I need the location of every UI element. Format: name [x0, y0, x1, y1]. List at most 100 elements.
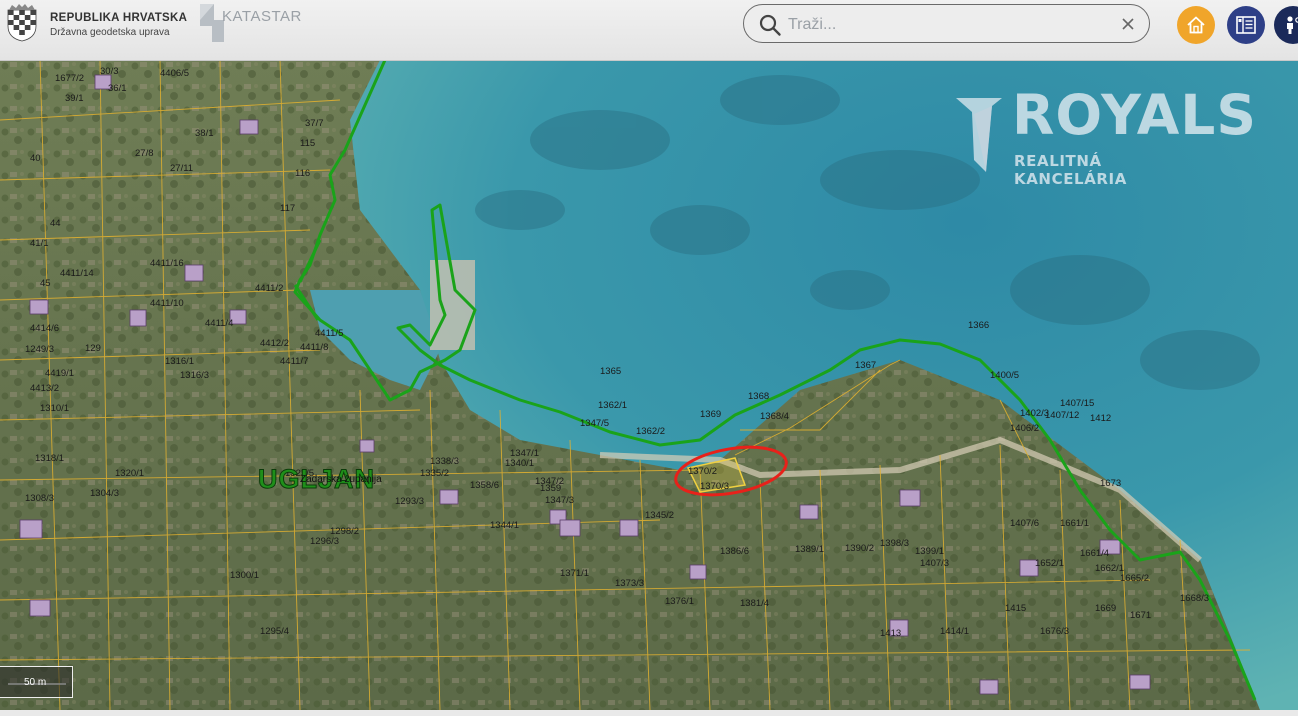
parcel-number[interactable]: 1249/3 — [25, 344, 54, 355]
cadastral-map[interactable]: 1368 1369 1367 1366 1365 1362/1 1362/2 1368/4 13… — [0, 60, 1298, 710]
parcel-number[interactable]: 1304/3 — [90, 488, 119, 499]
parcel-number[interactable]: 1298/2 — [330, 526, 359, 537]
parcel-number[interactable]: 1362/2 — [636, 426, 665, 437]
parcel-number[interactable]: 1389/1 — [795, 544, 824, 555]
parcel-number[interactable]: 1399/1 — [915, 546, 944, 557]
parcel-number[interactable]: 1673 — [1100, 478, 1121, 489]
parcel-number[interactable]: 116 — [295, 168, 310, 179]
parcel-number[interactable]: 39/1 — [65, 93, 84, 104]
parcel-number[interactable]: 1366 — [968, 320, 989, 331]
parcel-number[interactable]: 1368/4 — [760, 411, 789, 422]
home-button[interactable] — [1177, 6, 1215, 44]
parcel-number[interactable]: 1407/15 — [1060, 398, 1094, 409]
parcel-number[interactable]: 36/1 — [108, 83, 127, 94]
parcel-number[interactable]: 4412/2 — [260, 338, 289, 349]
parcel-number[interactable]: 1661/1 — [1060, 518, 1089, 529]
parcel-number[interactable]: 1652/1 — [1035, 558, 1064, 569]
parcel-number[interactable]: 1347/2 — [535, 476, 564, 487]
parcel-number[interactable]: 44 — [50, 218, 61, 229]
parcel-number[interactable]: 1318/1 — [35, 453, 64, 464]
parcel-number[interactable]: 4419/1 — [45, 368, 74, 379]
user-button[interactable] — [1274, 6, 1298, 44]
parcel-number[interactable]: 1415 — [1005, 603, 1026, 614]
parcel-number[interactable]: 1308/3 — [25, 493, 54, 504]
parcel-number[interactable]: 1335/2 — [420, 468, 449, 479]
parcel-number[interactable]: 1400/5 — [990, 370, 1019, 381]
parcel-number[interactable]: 1344/1 — [490, 520, 519, 531]
parcel-number[interactable]: 1669 — [1095, 603, 1116, 614]
parcel-number[interactable]: 1370/3 — [700, 481, 729, 492]
parcel-number[interactable]: 1320/1 — [115, 468, 144, 479]
parcel-number[interactable]: 1293/3 — [395, 496, 424, 507]
parcel-number[interactable]: 1671 — [1130, 610, 1151, 621]
parcel-number[interactable]: 1338/3 — [430, 456, 459, 467]
parcel-number[interactable]: 1390/2 — [845, 543, 874, 554]
parcel-number[interactable]: 115 — [300, 138, 315, 149]
parcel-number[interactable]: 4411/8 — [300, 342, 328, 353]
parcel-number[interactable]: 1370/2 — [688, 466, 717, 477]
layers-button[interactable] — [1227, 6, 1265, 44]
parcel-number[interactable]: 1367 — [855, 360, 876, 371]
royals-tagline: REALITNÁ KANCELÁRIA — [1014, 152, 1127, 188]
parcel-number[interactable]: 41/1 — [30, 238, 49, 249]
app-name[interactable]: KATASTAR — [222, 8, 302, 25]
parcel-number[interactable]: 1362/1 — [598, 400, 627, 411]
parcel-number[interactable]: 1406/2 — [1010, 423, 1039, 434]
parcel-number[interactable]: 4406/5 — [160, 68, 189, 79]
parcel-number[interactable]: 1407/3 — [920, 558, 949, 569]
parcel-number[interactable]: 1665/2 — [1120, 573, 1149, 584]
parcel-number[interactable]: 1386/6 — [720, 546, 749, 557]
parcel-number[interactable]: 4411/5 — [315, 328, 343, 339]
search-box[interactable] — [743, 4, 1150, 43]
parcel-number[interactable]: 1376/1 — [665, 596, 694, 607]
parcel-number[interactable]: 1676/3 — [1040, 626, 1069, 637]
parcel-number[interactable]: 1407/6 — [1010, 518, 1039, 529]
parcel-number[interactable]: 1310/1 — [40, 403, 69, 414]
parcel-number[interactable]: 117 — [280, 203, 295, 214]
search-icon[interactable] — [758, 13, 782, 37]
parcel-number[interactable]: 4411/14 — [60, 268, 94, 279]
parcel-number[interactable]: 1365 — [600, 366, 621, 377]
parcel-number[interactable]: 4411/10 — [150, 298, 184, 309]
parcel-number[interactable]: 1316/3 — [180, 370, 209, 381]
parcel-number[interactable]: 1368 — [748, 391, 769, 402]
parcel-number[interactable]: 4411/2 — [255, 283, 283, 294]
parcel-number[interactable]: 1381/4 — [740, 598, 769, 609]
parcel-number[interactable]: 1371/1 — [560, 568, 589, 579]
parcel-number[interactable]: 4413/2 — [30, 383, 59, 394]
parcel-number[interactable]: 1414/1 — [940, 626, 969, 637]
parcel-number[interactable]: 1296/3 — [310, 536, 339, 547]
parcel-number[interactable]: 4411/16 — [150, 258, 184, 269]
parcel-number[interactable]: 1398/3 — [880, 538, 909, 549]
parcel-number[interactable]: 1413 — [880, 628, 901, 639]
close-icon[interactable] — [1121, 17, 1135, 31]
parcel-number[interactable]: 27/8 — [135, 148, 154, 159]
parcel-number[interactable]: 1347/1 — [510, 448, 539, 459]
parcel-number[interactable]: 30/3 — [100, 66, 119, 77]
parcel-number[interactable]: 1373/3 — [615, 578, 644, 589]
parcel-number[interactable]: 1358/6 — [470, 480, 499, 491]
search-input[interactable] — [786, 13, 1110, 37]
parcel-number[interactable]: 38/1 — [195, 128, 214, 139]
parcel-number[interactable]: 1300/1 — [230, 570, 259, 581]
parcel-number[interactable]: 4414/6 — [30, 323, 59, 334]
parcel-number[interactable]: 1369 — [700, 409, 721, 420]
parcel-number[interactable]: 27/11 — [170, 163, 193, 174]
parcel-number[interactable]: 129 — [85, 343, 101, 354]
parcel-number[interactable]: 1295/4 — [260, 626, 289, 637]
parcel-number[interactable]: 1347/3 — [545, 495, 574, 506]
parcel-number[interactable]: 1407/12 — [1045, 410, 1079, 421]
parcel-number[interactable]: 4411/4 — [205, 318, 233, 329]
parcel-number[interactable]: 1347/5 — [580, 418, 609, 429]
parcel-number[interactable]: 1668/3 — [1180, 593, 1209, 604]
parcel-number[interactable]: 1661/4 — [1080, 548, 1109, 559]
parcel-number[interactable]: 1316/1 — [165, 356, 194, 367]
parcel-number[interactable]: 1340/1 — [505, 458, 534, 469]
parcel-number[interactable]: 40 — [30, 153, 41, 164]
parcel-number[interactable]: 4411/7 — [280, 356, 308, 367]
parcel-number[interactable]: 37/7 — [305, 118, 324, 129]
parcel-number[interactable]: 1345/2 — [645, 510, 674, 521]
parcel-number[interactable]: 45 — [40, 278, 51, 289]
parcel-number[interactable]: 1677/2 — [55, 73, 84, 84]
parcel-number[interactable]: 1412 — [1090, 413, 1111, 424]
